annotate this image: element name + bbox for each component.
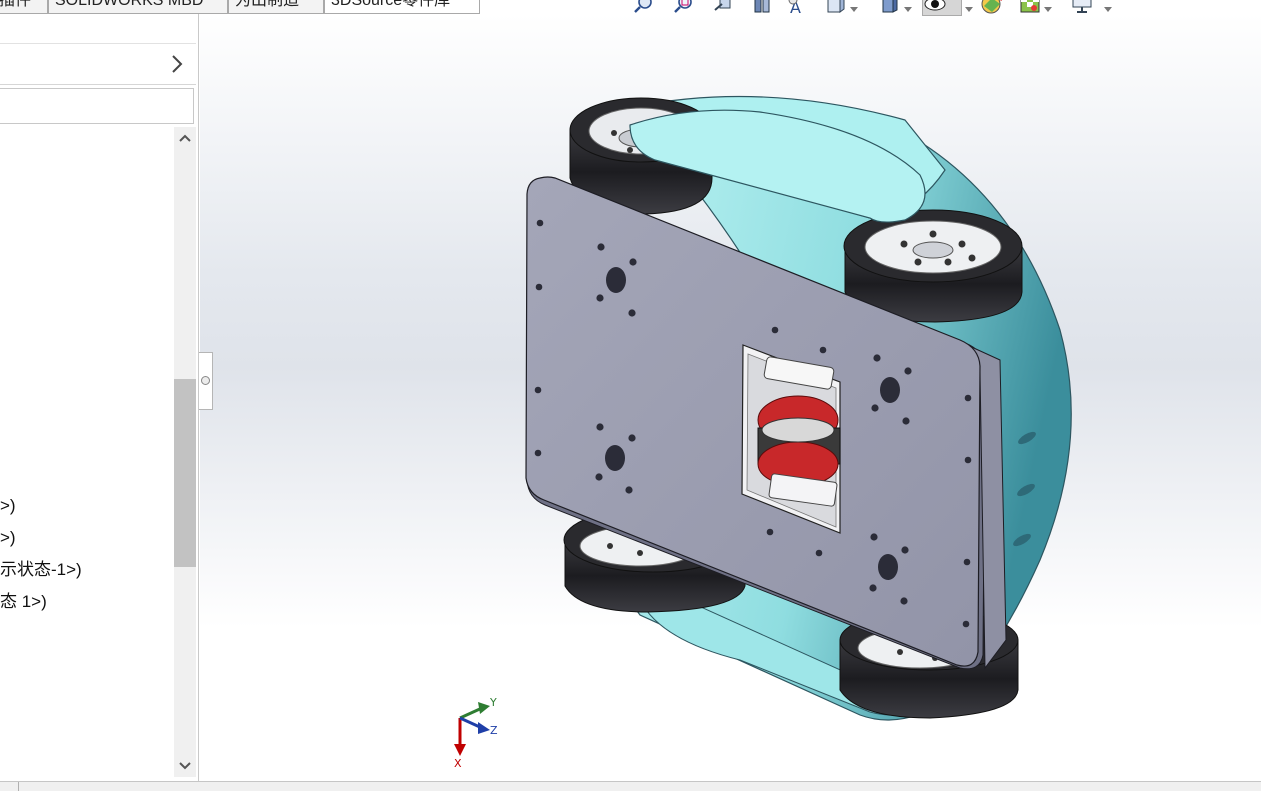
tab-3dsource-library[interactable]: 3DSource零件库 [324, 0, 480, 14]
omni-wheel [757, 395, 841, 507]
grip-dot-icon [201, 376, 210, 385]
scrollbar-thumb[interactable] [174, 379, 196, 567]
reference-triad: X Y Z [448, 694, 508, 774]
feature-manager-panel: >) >) 示状态-1>) 态 1>) [0, 14, 199, 781]
tree-item[interactable]: 示状态-1>) [0, 559, 82, 581]
dynamic-annotation-icon[interactable]: A [786, 0, 810, 16]
tree-item-label: 示状态-1>) [0, 560, 82, 579]
tab-add-ins[interactable]: 插件 [0, 0, 48, 14]
zoom-to-fit-icon[interactable] [632, 0, 656, 16]
zoom-to-area-icon[interactable] [672, 0, 696, 16]
previous-view-icon[interactable] [712, 0, 736, 16]
feature-filter-input[interactable] [0, 88, 194, 124]
heads-up-view-toolbar: A [632, 0, 1122, 20]
view-orientation-icon[interactable] [824, 0, 848, 16]
view-orientation-caret-icon[interactable] [850, 0, 858, 12]
x-axis-label: X [454, 757, 462, 770]
y-axis-label: Y [490, 696, 497, 709]
view-settings-caret-icon[interactable] [1104, 0, 1112, 12]
panel-header [0, 18, 196, 44]
edit-appearance-icon[interactable] [980, 0, 1004, 16]
chevron-up-icon[interactable] [174, 127, 196, 149]
graphics-viewport[interactable]: X Y Z [200, 14, 1261, 781]
view-settings-icon[interactable] [1070, 0, 1094, 16]
apply-scene-caret-icon[interactable] [1044, 0, 1052, 12]
chevron-down-icon[interactable] [174, 755, 196, 777]
status-divider [18, 782, 19, 791]
display-style-caret-icon[interactable] [904, 0, 912, 12]
apply-scene-icon[interactable] [1018, 0, 1042, 16]
tree-item[interactable]: >) [0, 527, 16, 549]
tree-item-label: >) [0, 496, 16, 515]
panel-splitter-handle[interactable] [199, 352, 213, 410]
z-axis-label: Z [490, 724, 498, 737]
tree-item[interactable]: >) [0, 495, 16, 517]
hide-show-caret-icon[interactable] [965, 0, 973, 12]
tree-scrollbar[interactable] [174, 127, 196, 777]
solidworks-window: 插件 SOLIDWORKS MBD 为出制造 3DSource零件库 X Y Z… [0, 0, 1261, 791]
assembly-model [525, 95, 1072, 721]
tab-manufacturing[interactable]: 为出制造 [228, 0, 324, 14]
hide-show-items-icon[interactable] [922, 0, 962, 16]
tree-item-label: >) [0, 528, 16, 547]
tree-item[interactable]: 态 1>) [0, 591, 47, 613]
feature-tree: >) >) 示状态-1>) 态 1>) [0, 127, 173, 777]
status-bar [0, 781, 1261, 791]
section-view-icon[interactable] [750, 0, 774, 16]
tab-solidworks-mbd[interactable]: SOLIDWORKS MBD [48, 0, 228, 14]
command-manager-tabs: 插件 SOLIDWORKS MBD 为出制造 3DSource零件库 [0, 0, 490, 14]
panel-expand-row[interactable] [0, 45, 196, 85]
display-style-icon[interactable] [878, 0, 902, 16]
chevron-right-icon[interactable] [168, 53, 186, 75]
tree-item-label: 态 1>) [0, 592, 47, 611]
